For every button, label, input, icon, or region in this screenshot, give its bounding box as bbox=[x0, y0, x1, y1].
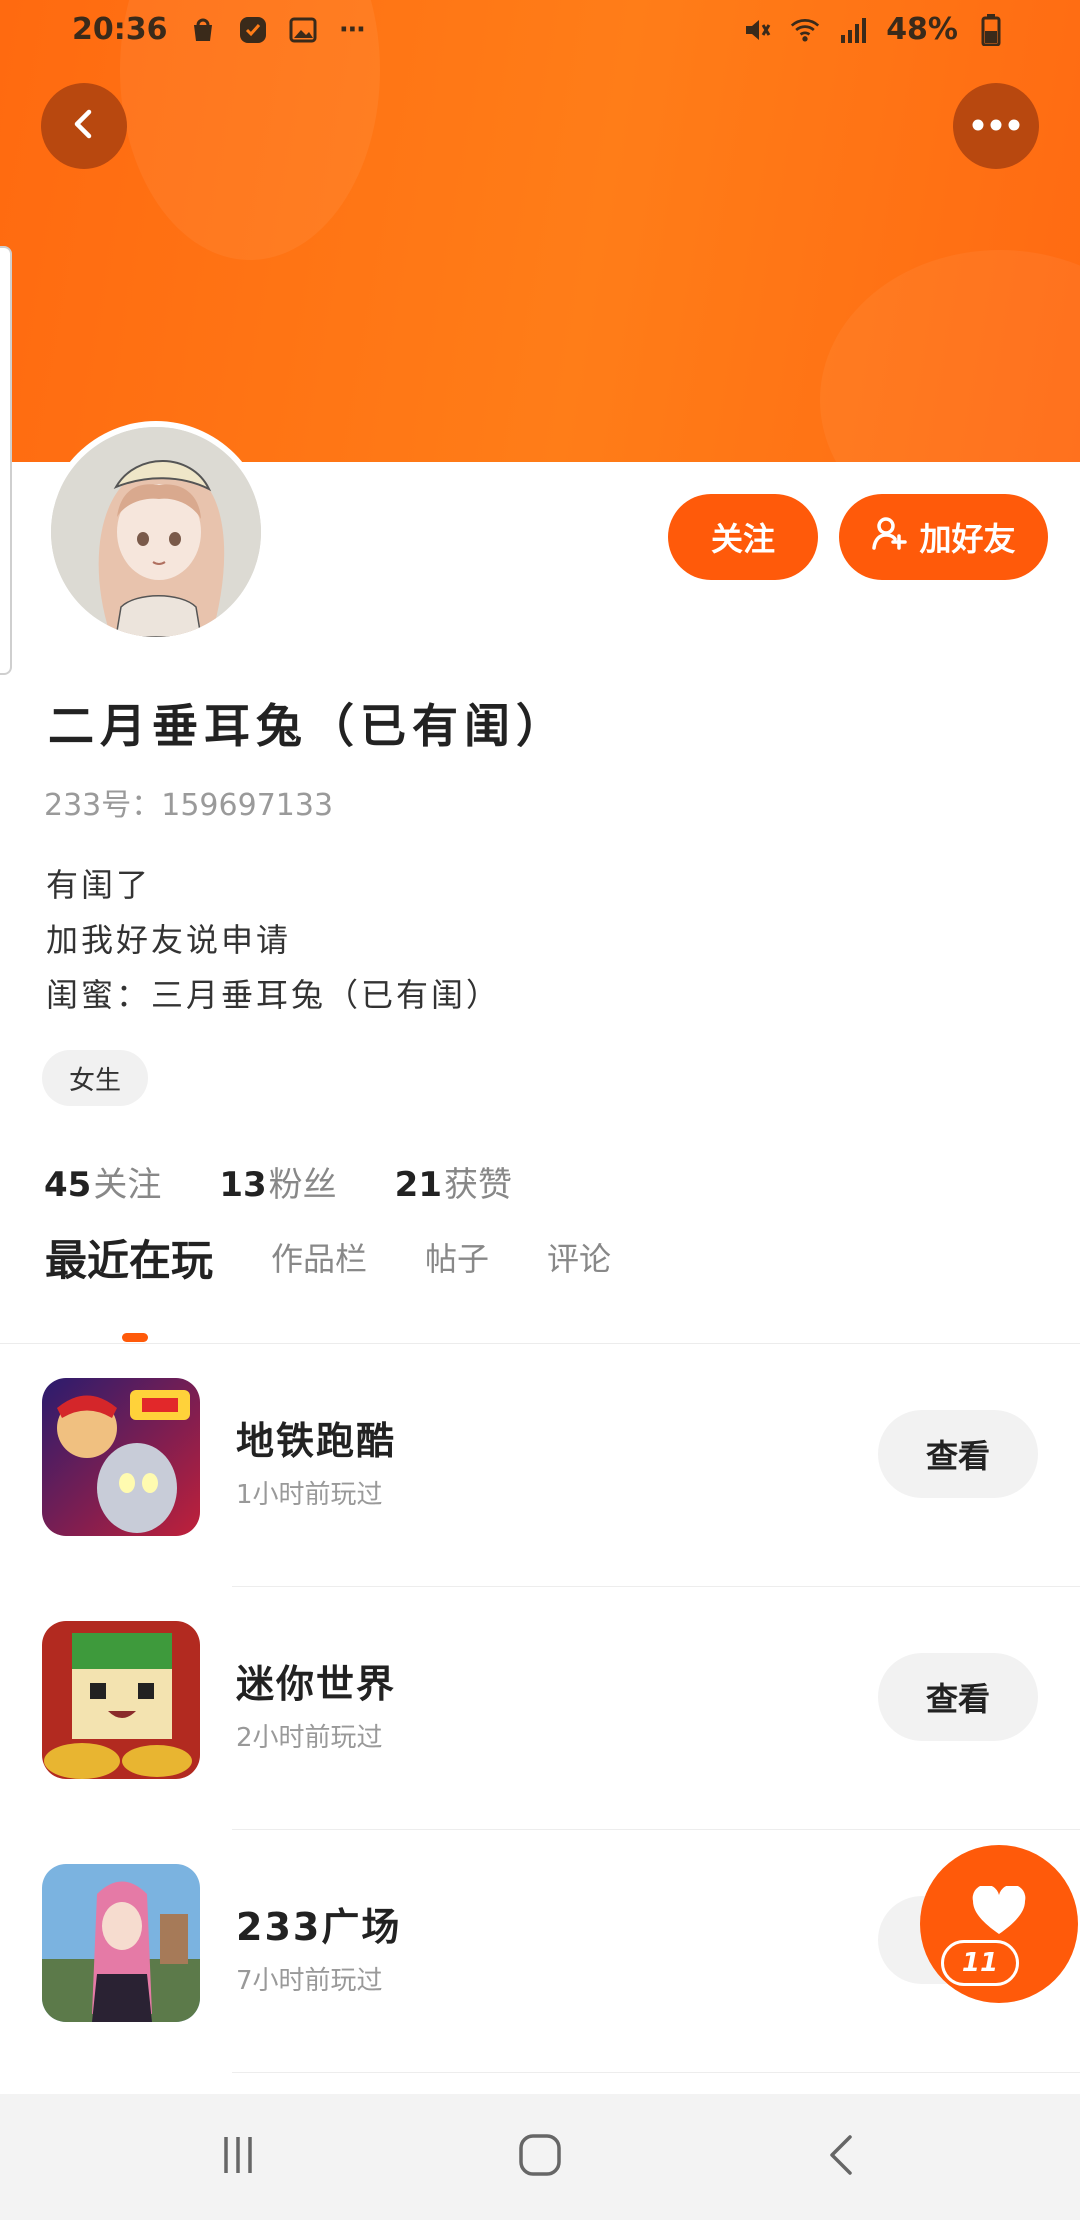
tab-works[interactable]: 作品栏 bbox=[271, 1222, 367, 1292]
tab-posts[interactable]: 帖子 bbox=[425, 1222, 489, 1292]
add-friend-label: 加好友 bbox=[919, 520, 1016, 558]
stat-number: 13 bbox=[219, 1165, 267, 1205]
divider bbox=[232, 2072, 1080, 2073]
add-friend-button[interactable]: 加好友 bbox=[839, 494, 1048, 580]
recent-apps-icon bbox=[218, 2135, 258, 2179]
profile-id[interactable]: 233号：159697133 bbox=[44, 780, 333, 824]
game-icon bbox=[42, 1864, 200, 2022]
chevron-left-icon bbox=[64, 104, 104, 148]
gender-tag: 女生 bbox=[42, 1050, 148, 1106]
status-bar: 20:36 ⋯ 48% bbox=[0, 0, 1080, 66]
battery-icon bbox=[976, 13, 1006, 46]
back-button[interactable] bbox=[41, 83, 127, 169]
more-horizontal-icon bbox=[970, 117, 1022, 136]
stat-following[interactable]: 45关注 bbox=[44, 1157, 161, 1206]
avatar[interactable] bbox=[45, 421, 267, 643]
profile-bio: 有闺了 加我好友说申请 闺蜜：三月垂耳兔（已有闺） bbox=[46, 858, 501, 1023]
recent-apps-button[interactable] bbox=[178, 2094, 298, 2220]
system-back-button[interactable] bbox=[782, 2094, 902, 2220]
game-title: 233广场 bbox=[236, 1905, 402, 1949]
like-count-badge: 11 bbox=[941, 1940, 1019, 1986]
gallery-icon bbox=[288, 15, 318, 45]
game-title: 地铁跑酷 bbox=[236, 1419, 397, 1463]
app-icon bbox=[238, 15, 268, 45]
stat-number: 45 bbox=[44, 1165, 92, 1205]
game-last-played: 2小时前玩过 bbox=[236, 1723, 383, 1753]
game-last-played: 1小时前玩过 bbox=[236, 1480, 383, 1510]
bio-line: 有闺了 bbox=[46, 866, 152, 904]
follow-label: 关注 bbox=[710, 520, 775, 558]
add-user-icon bbox=[871, 514, 909, 560]
battery-percent: 48% bbox=[886, 12, 958, 47]
game-icon bbox=[42, 1378, 200, 1536]
game-last-played: 7小时前玩过 bbox=[236, 1966, 383, 1996]
stat-label: 粉丝 bbox=[268, 1165, 337, 1205]
more-dots-icon: ⋯ bbox=[339, 14, 366, 45]
profile-banner bbox=[0, 0, 1080, 462]
stat-label: 获赞 bbox=[443, 1165, 512, 1205]
tab-recently-played[interactable]: 最近在玩 bbox=[45, 1222, 213, 1292]
system-nav-bar bbox=[0, 2094, 1080, 2220]
tab-comments[interactable]: 评论 bbox=[547, 1222, 611, 1292]
wifi-icon bbox=[790, 15, 820, 45]
list-item[interactable]: 233广场 7小时前玩过 查看 bbox=[0, 1830, 1080, 2073]
bio-line: 闺蜜：三月垂耳兔（已有闺） bbox=[46, 976, 502, 1014]
profile-tabs: 最近在玩 作品栏 帖子 评论 bbox=[45, 1222, 669, 1292]
game-title: 迷你世界 bbox=[236, 1662, 397, 1706]
signal-icon bbox=[838, 15, 868, 45]
profile-stats: 45关注 13粉丝 21获赞 bbox=[44, 1157, 512, 1206]
follow-button[interactable]: 关注 bbox=[668, 494, 818, 580]
profile-name: 二月垂耳兔（已有闺） bbox=[48, 699, 568, 753]
shopping-bag-icon bbox=[188, 15, 218, 45]
view-button[interactable]: 查看 bbox=[878, 1410, 1038, 1498]
list-item[interactable]: 迷你世界 2小时前玩过 查看 bbox=[0, 1587, 1080, 1830]
heart-icon bbox=[971, 1884, 1027, 1940]
stat-label: 关注 bbox=[93, 1165, 162, 1205]
home-icon bbox=[518, 2133, 562, 2181]
game-icon bbox=[42, 1621, 200, 1779]
stat-followers[interactable]: 13粉丝 bbox=[219, 1157, 336, 1206]
back-icon bbox=[822, 2133, 862, 2181]
status-time: 20:36 bbox=[72, 12, 168, 47]
home-button[interactable] bbox=[480, 2094, 600, 2220]
active-tab-indicator bbox=[122, 1333, 148, 1342]
edge-panel-handle[interactable] bbox=[0, 246, 12, 675]
stat-number: 21 bbox=[394, 1165, 442, 1205]
bio-line: 加我好友说申请 bbox=[46, 921, 292, 959]
list-item[interactable]: 地铁跑酷 1小时前玩过 查看 bbox=[0, 1344, 1080, 1587]
stat-likes[interactable]: 21获赞 bbox=[395, 1157, 512, 1206]
view-button[interactable]: 查看 bbox=[878, 1653, 1038, 1741]
mute-icon bbox=[742, 15, 772, 45]
more-button[interactable] bbox=[953, 83, 1039, 169]
